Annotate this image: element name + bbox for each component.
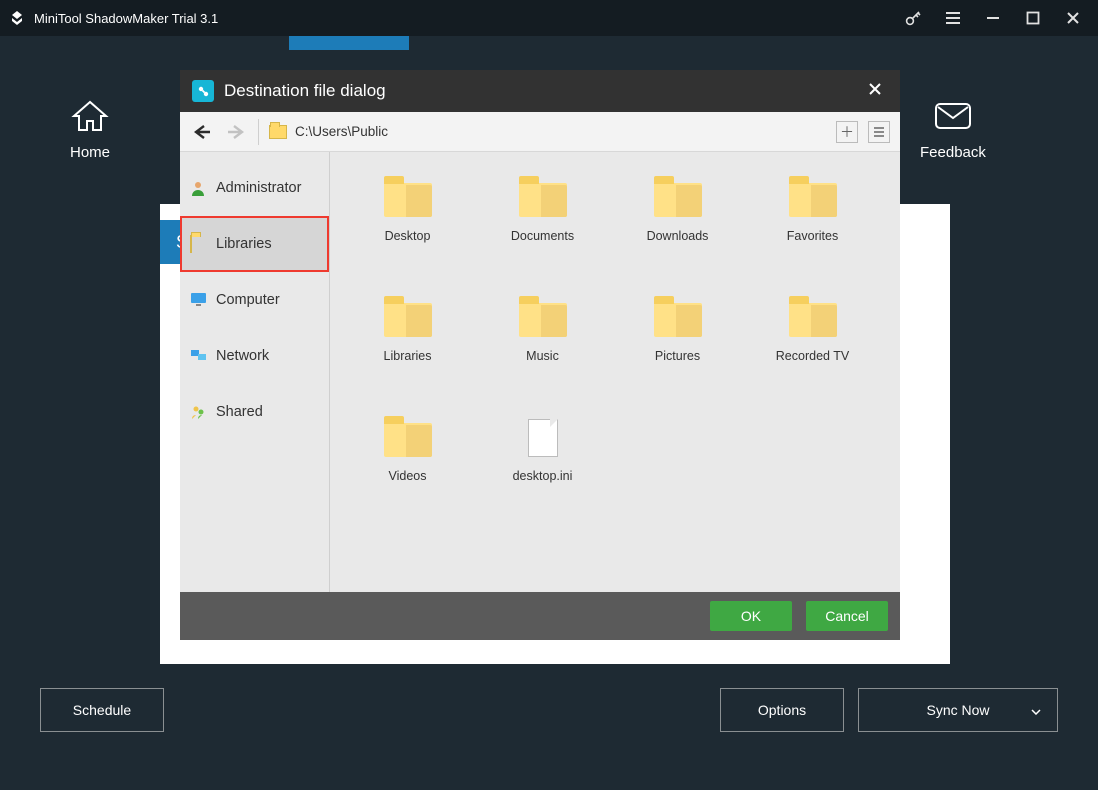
envelope-icon — [929, 96, 977, 136]
item-label: Downloads — [647, 229, 709, 243]
dialog-footer: OK Cancel — [180, 592, 900, 640]
key-icon[interactable] — [902, 7, 924, 29]
folder-icon — [654, 177, 702, 217]
cancel-button[interactable]: Cancel — [806, 601, 888, 631]
tree-label: Network — [216, 348, 269, 364]
schedule-button[interactable]: Schedule — [40, 688, 164, 732]
cancel-label: Cancel — [825, 608, 869, 624]
folder-item[interactable]: Downloads — [610, 167, 745, 287]
tree-label: Administrator — [216, 180, 301, 196]
folder-item[interactable]: Recorded TV — [745, 287, 880, 407]
toolbar-separator — [258, 119, 259, 145]
options-label: Options — [758, 702, 806, 718]
folder-item[interactable]: Desktop — [340, 167, 475, 287]
item-label: Music — [526, 349, 559, 363]
minimize-button[interactable] — [982, 7, 1004, 29]
tree-label: Computer — [216, 292, 280, 308]
item-label: Desktop — [385, 229, 431, 243]
tree-item-libraries[interactable]: Libraries — [180, 216, 329, 272]
dialog-icon — [192, 80, 214, 102]
maximize-button[interactable] — [1022, 7, 1044, 29]
tree-item-computer[interactable]: Computer — [180, 272, 329, 328]
folder-icon — [384, 177, 432, 217]
folder-icon — [789, 177, 837, 217]
nav-feedback-label: Feedback — [920, 144, 986, 161]
syncnow-label: Sync Now — [926, 702, 989, 718]
tree-label: Shared — [216, 404, 263, 420]
home-icon — [66, 96, 114, 136]
path-text: C:\Users\Public — [295, 124, 388, 139]
tree-item-network[interactable]: Network — [180, 328, 329, 384]
shared-icon — [190, 404, 208, 420]
folder-icon — [519, 297, 567, 337]
folder-item[interactable]: Libraries — [340, 287, 475, 407]
folder-item[interactable]: Videos — [340, 407, 475, 527]
folder-icon — [269, 125, 287, 139]
folder-item[interactable]: Favorites — [745, 167, 880, 287]
item-label: Documents — [511, 229, 574, 243]
nav-home-label: Home — [66, 144, 114, 161]
dialog-title: Destination file dialog — [224, 81, 862, 101]
file-item[interactable]: desktop.ini — [475, 407, 610, 527]
folder-icon — [789, 297, 837, 337]
view-list-button[interactable] — [868, 121, 890, 143]
nav-forward-button[interactable] — [224, 120, 248, 144]
active-tab-indicator — [289, 36, 409, 50]
window-controls — [902, 7, 1090, 29]
dialog-close-button[interactable] — [862, 80, 888, 103]
schedule-label: Schedule — [73, 702, 131, 718]
menu-icon[interactable] — [942, 7, 964, 29]
folder-icon — [384, 417, 432, 457]
nav-feedback[interactable]: Feedback — [920, 96, 986, 161]
dialog-toolbar: C:\Users\Public ＋ — [180, 112, 900, 152]
item-label: Favorites — [787, 229, 838, 243]
new-folder-button[interactable]: ＋ — [836, 121, 858, 143]
folder-item[interactable]: Music — [475, 287, 610, 407]
location-tree: Administrator Libraries Computer Network — [180, 152, 330, 592]
file-icon — [519, 417, 567, 457]
item-label: desktop.ini — [513, 469, 573, 483]
app-title: MiniTool ShadowMaker Trial 3.1 — [34, 11, 902, 26]
chevron-down-icon — [1031, 702, 1041, 718]
ok-label: OK — [741, 608, 761, 624]
folder-item[interactable]: Documents — [475, 167, 610, 287]
tree-label: Libraries — [216, 236, 272, 252]
libraries-icon — [190, 236, 208, 252]
monitor-icon — [190, 292, 208, 308]
app-logo-icon — [8, 9, 26, 27]
destination-file-dialog: Destination file dialog C:\Users\Public … — [180, 70, 900, 640]
item-label: Videos — [389, 469, 427, 483]
folder-item[interactable]: Pictures — [610, 287, 745, 407]
dialog-titlebar: Destination file dialog — [180, 70, 900, 112]
item-label: Pictures — [655, 349, 700, 363]
syncnow-button[interactable]: Sync Now — [858, 688, 1058, 732]
nav-home[interactable]: Home — [66, 96, 114, 161]
file-grid: Desktop Documents Downloads Favorites Li… — [330, 152, 900, 592]
item-label: Libraries — [384, 349, 432, 363]
tree-item-shared[interactable]: Shared — [180, 384, 329, 440]
dialog-body: Administrator Libraries Computer Network — [180, 152, 900, 592]
options-button[interactable]: Options — [720, 688, 844, 732]
folder-icon — [384, 297, 432, 337]
item-label: Recorded TV — [776, 349, 849, 363]
folder-icon — [654, 297, 702, 337]
close-button[interactable] — [1062, 7, 1084, 29]
network-icon — [190, 348, 208, 364]
path-display[interactable]: C:\Users\Public — [269, 124, 826, 139]
ok-button[interactable]: OK — [710, 601, 792, 631]
titlebar: MiniTool ShadowMaker Trial 3.1 — [0, 0, 1098, 36]
folder-icon — [519, 177, 567, 217]
user-icon — [190, 180, 208, 196]
tree-item-administrator[interactable]: Administrator — [180, 160, 329, 216]
bottom-bar: Schedule Options Sync Now — [0, 685, 1098, 735]
nav-back-button[interactable] — [190, 120, 214, 144]
